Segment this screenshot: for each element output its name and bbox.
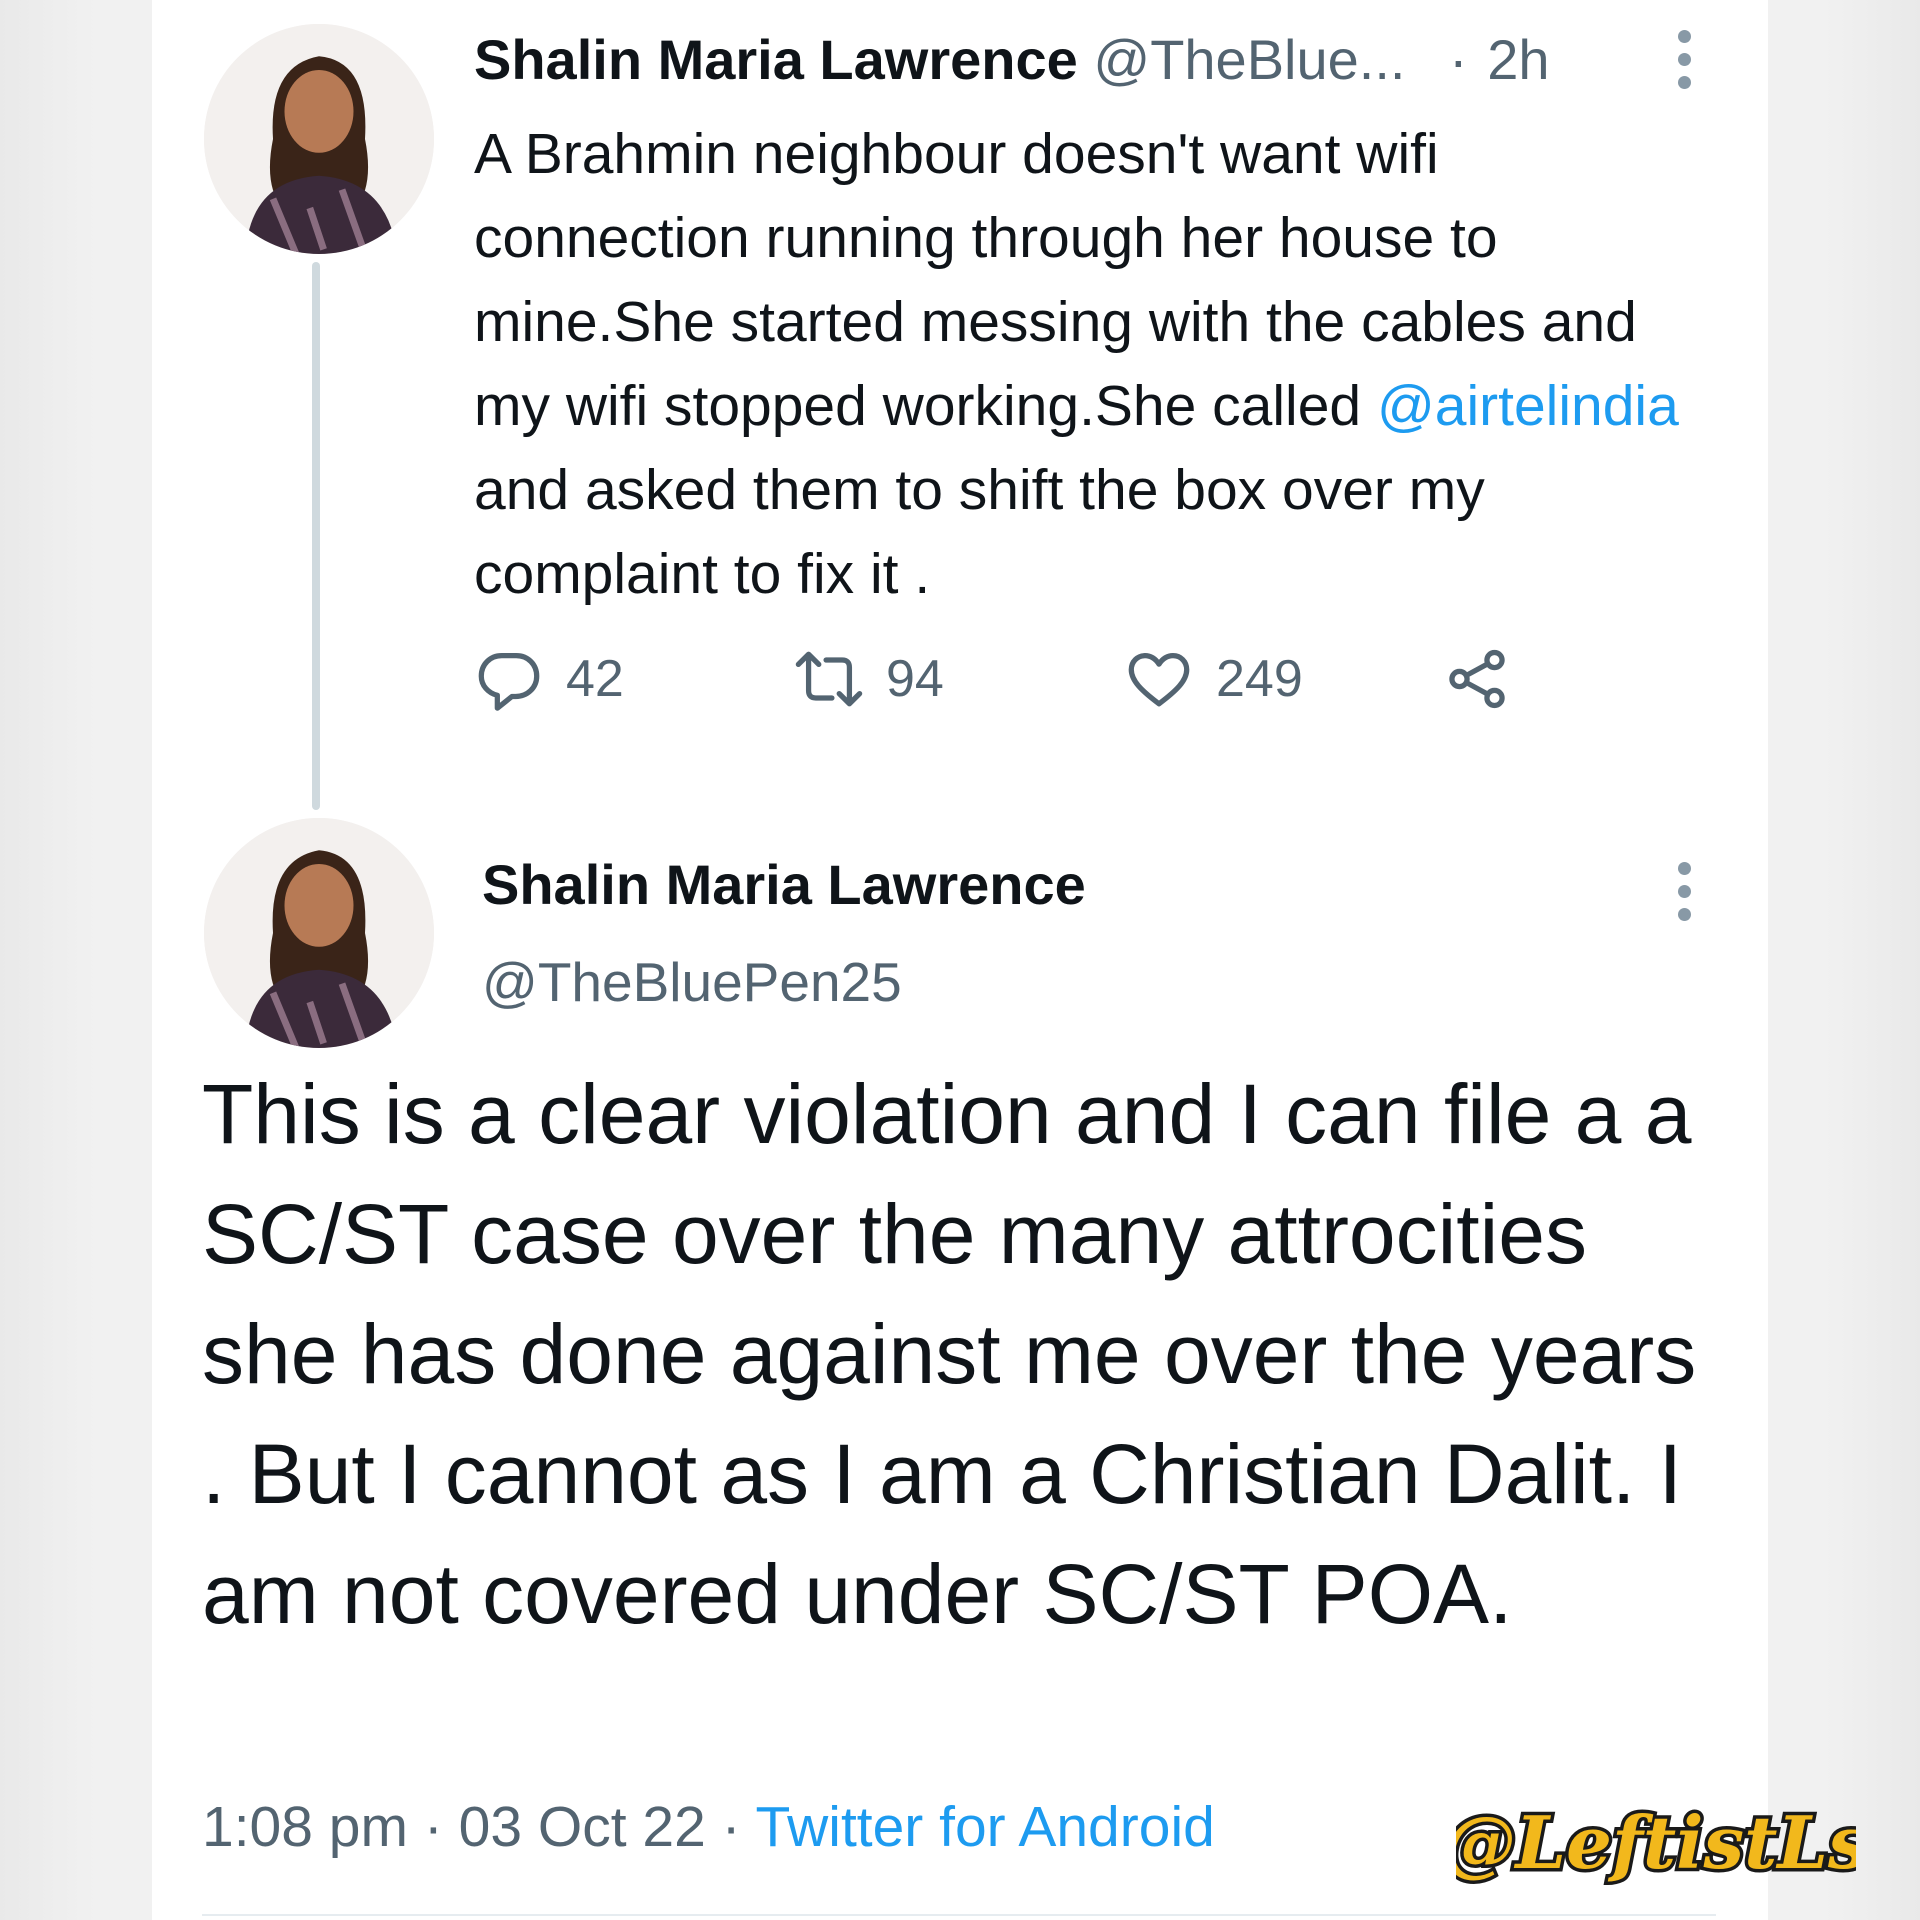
retweet-icon [795, 651, 863, 707]
tweet-meta: 1:08 pm · 03 Oct 22 · Twitter for Androi… [202, 1794, 1215, 1860]
mention-link[interactable]: @airtelindia [1377, 374, 1679, 438]
reply-count: 42 [566, 650, 624, 708]
share-button[interactable] [1442, 644, 1534, 714]
retweet-button[interactable]: 94 [794, 644, 944, 714]
author-handle[interactable]: @TheBlue... [1093, 28, 1405, 91]
reply-icon [478, 653, 540, 711]
avatar-photo [204, 24, 434, 254]
thread-line [312, 262, 320, 810]
heart-icon [1128, 653, 1190, 707]
watermark: @LeftistLs [1440, 1790, 1872, 1900]
avatar-photo [204, 818, 434, 1048]
separator-dot: · [423, 1795, 443, 1859]
tweet-actions: 42 94 249 [474, 644, 1574, 724]
author-name[interactable]: Shalin Maria Lawrence [482, 852, 1086, 917]
watermark-logo: @LeftistLs [1440, 1797, 1872, 1889]
divider [202, 1914, 1716, 1916]
author-handle[interactable]: @TheBluePen25 [482, 950, 902, 1014]
tweet-time[interactable]: 1:08 pm [202, 1795, 408, 1859]
tweet-time[interactable]: 2h [1487, 28, 1549, 91]
retweet-count: 94 [886, 650, 944, 708]
avatar[interactable] [204, 24, 434, 254]
separator-dot: · [1449, 28, 1468, 91]
tweet2-text: This is a clear violation and I can file… [202, 1067, 1697, 1641]
share-icon [1449, 649, 1505, 709]
tweet1-text: A Brahmin neighbour doesn't want wifi co… [474, 112, 1694, 616]
like-count: 249 [1216, 650, 1303, 708]
tweet-source[interactable]: Twitter for Android [755, 1795, 1214, 1859]
reply-button[interactable]: 42 [474, 644, 624, 714]
tweet-text-part: and asked them to shift the box over my … [474, 458, 1485, 606]
tweet1-header: Shalin Maria Lawrence @TheBlue... · 2h [474, 28, 1550, 92]
like-button[interactable]: 249 [1124, 644, 1303, 714]
svg-text:@LeftistLs: @LeftistLs [1456, 1800, 1856, 1885]
more-vertical-icon[interactable] [1672, 862, 1696, 922]
avatar[interactable] [204, 818, 434, 1048]
author-name[interactable]: Shalin Maria Lawrence [474, 28, 1078, 91]
tweet-date[interactable]: 03 Oct 22 [459, 1795, 706, 1859]
more-vertical-icon[interactable] [1672, 30, 1696, 90]
separator-dot: · [721, 1795, 741, 1859]
